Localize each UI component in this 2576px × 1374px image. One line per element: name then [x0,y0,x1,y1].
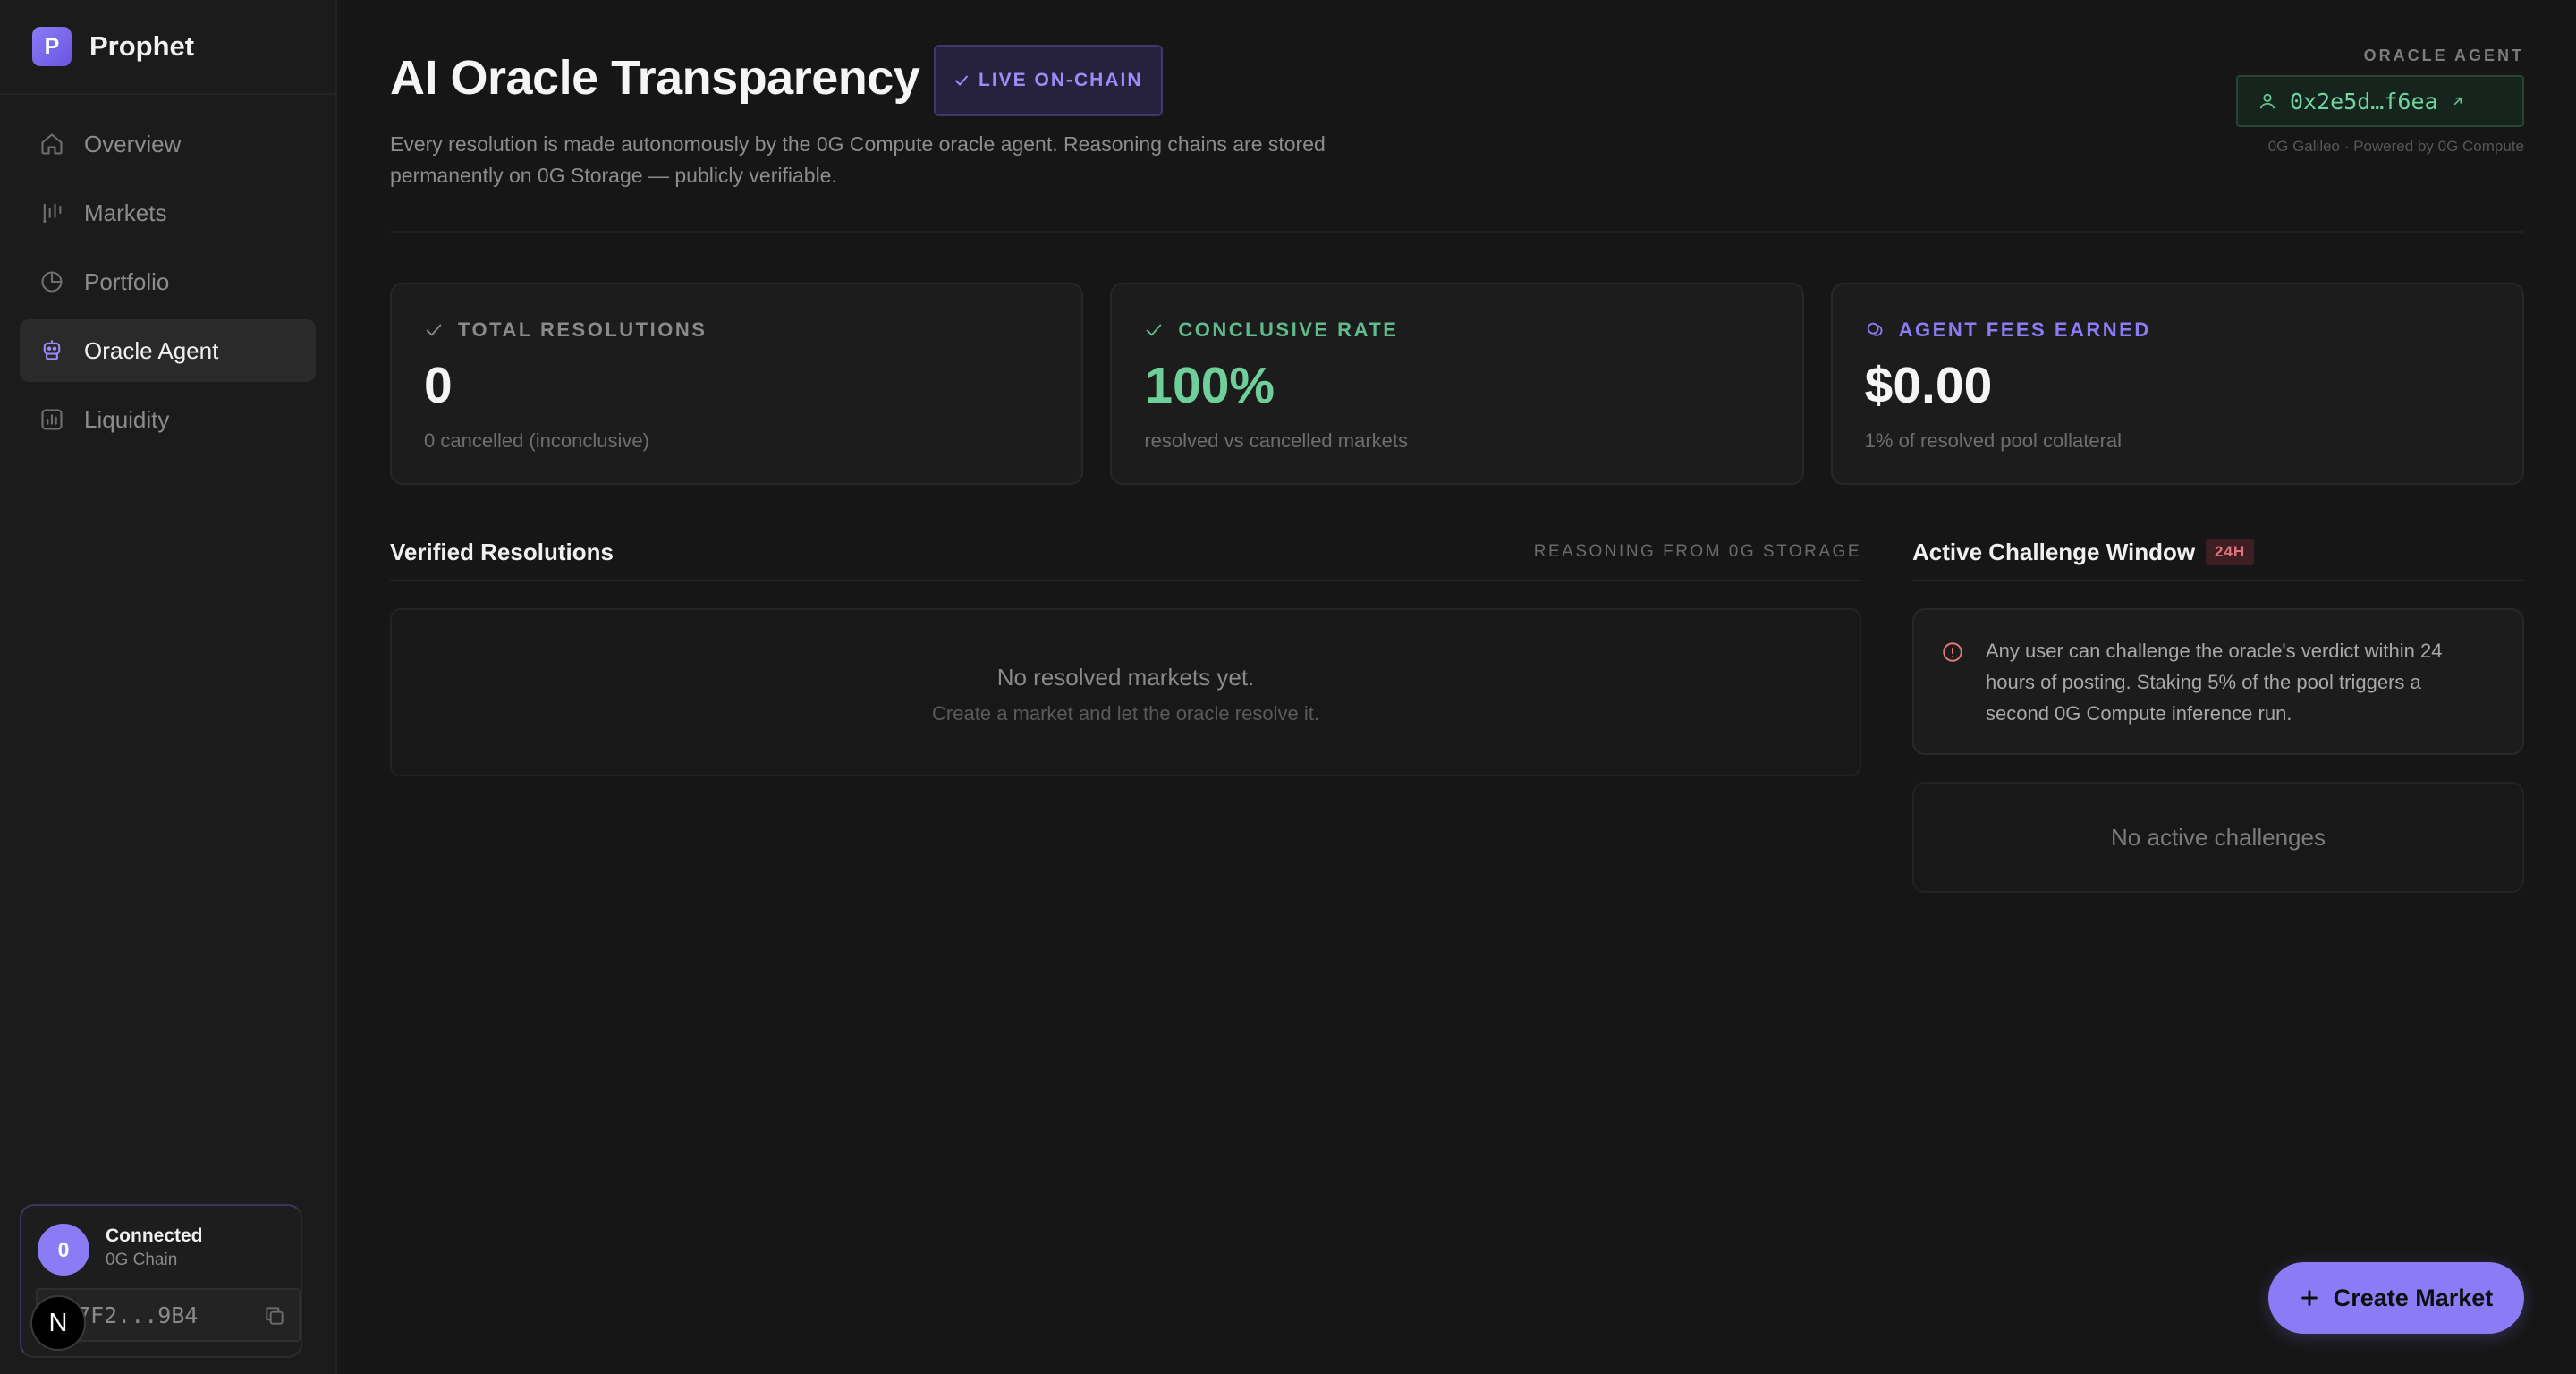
sidebar-item-liquidity[interactable]: Liquidity [20,388,316,451]
challenge-info-text: Any user can challenge the oracle's verd… [1986,640,2443,725]
stat-card-total-resolutions: TOTAL RESOLUTIONS 0 0 cancelled (inconcl… [390,283,1084,485]
header-divider [390,231,2524,233]
check-icon [955,75,968,86]
resolutions-empty-state: No resolved markets yet. Create a market… [390,608,1861,776]
sidebar-nav: Overview Markets Portfolio Oracle Agent … [0,95,335,451]
stat-subtext: 1% of resolved pool collateral [1864,429,2123,452]
wallet-status: Connected [106,1226,203,1246]
stat-subtext: resolved vs cancelled markets [1144,429,1409,452]
dev-tools-badge[interactable]: N [30,1295,86,1351]
stat-card-conclusive-rate: CONCLUSIVE RATE 100% resolved vs cancell… [1110,283,1804,485]
oracle-network: 0G Galileo · Powered by 0G Compute [2267,138,2524,155]
stat-value: $0.00 [1864,357,1993,414]
empty-state-title: No resolved markets yet. [996,664,1255,691]
sidebar-item-label: Overview [84,130,182,157]
plus-icon [2301,1290,2318,1306]
home-icon [41,133,63,155]
challenge-info-card: Any user can challenge the oracle's verd… [1912,608,2524,755]
stat-label: TOTAL RESOLUTIONS [458,318,708,341]
stat-card-agent-fees: AGENT FEES EARNED $0.00 1% of resolved p… [1830,283,2524,485]
sidebar-item-overview[interactable]: Overview [20,113,316,175]
sidebar-item-label: Oracle Agent [84,336,219,364]
oracle-agent-label: ORACLE AGENT [2363,47,2524,64]
oracle-address-link[interactable]: 0x2e5d…f6ea [2236,75,2524,127]
stat-value: 0 [424,357,453,414]
stat-label: CONCLUSIVE RATE [1178,318,1399,341]
sidebar-item-markets[interactable]: Markets [20,182,316,244]
stat-value: 100% [1144,357,1275,414]
wallet-chain: 0G Chain [106,1251,178,1269]
sidebar-item-portfolio[interactable]: Portfolio [20,250,316,313]
sidebar-item-label: Markets [84,199,167,226]
challenges-empty-state: No active challenges [1912,782,2524,893]
check-icon [1147,324,1162,336]
main-content: AI Oracle Transparency LIVE ON-CHAIN Eve… [390,0,2524,1374]
page-description: Every resolution is made autonomously by… [390,132,1326,187]
stat-label: AGENT FEES EARNED [1898,318,2151,341]
resolutions-source-label: REASONING FROM 0G STORAGE [1533,542,1861,561]
page-title: AI Oracle Transparency [390,51,920,105]
check-icon [426,324,442,336]
coins-icon [1867,322,1883,336]
brand-logo: P [32,27,72,66]
robot-icon [43,340,61,360]
markets-icon [43,203,62,223]
external-link-icon [2453,97,2462,106]
stat-subtext: 0 cancelled (inconclusive) [424,429,649,452]
challenge-title: Active Challenge Window [1912,539,2196,565]
live-badge-label: LIVE ON-CHAIN [979,70,1143,90]
copy-icon[interactable] [263,1304,286,1327]
resolutions-divider [390,580,1861,581]
sidebar-item-oracle-agent[interactable]: Oracle Agent [20,319,316,382]
portfolio-icon [41,271,63,293]
challenge-divider [1912,580,2524,581]
brand-name: Prophet [89,30,195,62]
live-status-badge: LIVE ON-CHAIN [934,45,1163,116]
user-icon [2259,93,2275,109]
wallet-avatar: 0 [38,1224,89,1276]
info-icon [1943,642,1962,662]
stats-row: TOTAL RESOLUTIONS 0 0 cancelled (inconcl… [390,283,2524,485]
oracle-address: 0x2e5d…f6ea [2290,88,2438,114]
empty-state-subtitle: Create a market and let the oracle resol… [932,702,1319,725]
sidebar-item-label: Portfolio [84,267,170,295]
liquidity-icon [41,409,63,430]
sidebar-item-label: Liquidity [84,405,170,433]
challenge-window-badge: 24H [2206,539,2255,565]
sidebar: P Prophet Overview Markets Portfolio Ora… [0,0,337,1374]
create-market-button[interactable]: Create Market [2268,1262,2524,1334]
brand[interactable]: P Prophet [0,0,335,95]
wallet-address: 7F2...9B4 [77,1302,199,1328]
create-market-label: Create Market [2333,1284,2494,1311]
resolutions-title: Verified Resolutions [390,539,614,565]
